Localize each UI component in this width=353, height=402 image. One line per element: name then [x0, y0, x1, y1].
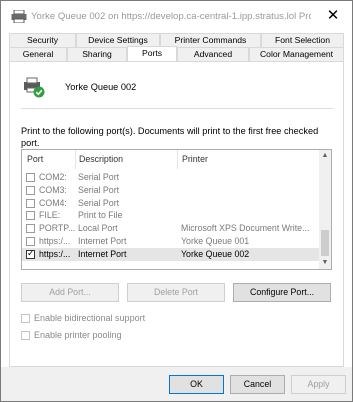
scroll-down-icon[interactable]: ▼	[319, 257, 331, 269]
scrollbar-thumb[interactable]	[321, 230, 329, 256]
scroll-up-icon[interactable]: ▲	[319, 150, 331, 162]
close-button[interactable]: ✕	[321, 5, 345, 27]
port-row[interactable]: COM3: Serial Port	[22, 184, 319, 197]
port-description: Print to File	[78, 210, 123, 221]
ok-button[interactable]: OK	[169, 375, 224, 394]
dialog-footer: OK Cancel Apply	[1, 367, 352, 401]
tab-advanced[interactable]: Advanced	[177, 47, 249, 61]
printer-name: Yorke Queue 002	[65, 82, 137, 92]
port-checkbox[interactable]: ✓	[26, 247, 35, 259]
divider	[21, 108, 333, 109]
add-port-button[interactable]: Add Port...	[21, 283, 119, 302]
port-name: FILE:	[39, 210, 61, 221]
delete-port-button[interactable]: Delete Port	[127, 283, 225, 302]
tab-general[interactable]: General	[9, 47, 67, 61]
list-header: Port Description Printer	[22, 150, 319, 169]
port-checkbox[interactable]	[26, 236, 35, 246]
port-row[interactable]: FILE: Print to File	[22, 209, 319, 222]
column-divider[interactable]	[177, 150, 178, 169]
port-row[interactable]: COM4: Serial Port	[22, 197, 319, 210]
list-scrollbar[interactable]: ▲ ▼	[319, 150, 331, 269]
port-row[interactable]: https:/... Internet Port Yorke Queue 001	[22, 235, 319, 248]
port-printer: Yorke Queue 001	[181, 235, 250, 246]
port-description: Internet Port	[78, 248, 127, 259]
column-divider[interactable]	[75, 150, 76, 169]
port-checkbox[interactable]	[26, 173, 35, 182]
port-checkbox[interactable]	[26, 198, 35, 208]
port-rows: COM2: Serial Port COM3: Serial Port COM4…	[22, 171, 319, 261]
properties-dialog: Yorke Queue 002 on https://develop.ca-ce…	[0, 0, 353, 402]
port-printer: Microsoft XPS Document Write...	[181, 223, 310, 234]
tab-printer-commands[interactable]: Printer Commands	[160, 33, 261, 47]
tab-sharing[interactable]: Sharing	[67, 47, 127, 61]
pooling-label: Enable printer pooling	[34, 330, 122, 340]
bidirectional-checkbox[interactable]	[21, 314, 30, 323]
tab-device-settings[interactable]: Device Settings	[76, 33, 160, 47]
port-name: COM4:	[39, 197, 67, 208]
port-name: COM3:	[39, 184, 67, 195]
port-description: Serial Port	[78, 197, 120, 208]
pooling-checkbox[interactable]	[21, 331, 30, 340]
apply-button[interactable]: Apply	[291, 375, 346, 394]
port-checkbox[interactable]	[26, 185, 35, 195]
checkmark-icon: ✓	[27, 247, 35, 258]
title-bar: Yorke Queue 002 on https://develop.ca-ce…	[1, 1, 352, 31]
tab-color-management[interactable]: Color Management	[249, 47, 344, 61]
tab-security[interactable]: Security	[9, 33, 76, 47]
ports-panel: Yorke Queue 002 Print to the following p…	[9, 61, 344, 367]
bidirectional-label: Enable bidirectional support	[34, 313, 146, 323]
column-printer[interactable]: Printer	[182, 154, 208, 164]
port-name: https:/...	[39, 248, 71, 259]
port-name: https:/...	[39, 235, 71, 246]
port-name: PORTP...	[39, 223, 76, 234]
port-description: Local Port	[78, 223, 118, 234]
tab-strip: Security Device Settings Printer Command…	[9, 33, 344, 61]
port-list[interactable]: Port Description Printer COM2: Serial Po…	[21, 149, 332, 270]
port-row-selected[interactable]: ✓ https:/... Internet Port Yorke Queue 0…	[22, 247, 319, 261]
port-checkbox[interactable]	[26, 211, 35, 221]
port-printer: Yorke Queue 002	[181, 248, 250, 259]
column-description[interactable]: Description	[79, 154, 123, 164]
tab-ports[interactable]: Ports	[127, 46, 177, 61]
ports-description: Print to the following port(s). Document…	[21, 126, 319, 148]
port-checkbox[interactable]	[26, 224, 35, 234]
cancel-button[interactable]: Cancel	[230, 375, 285, 394]
port-row[interactable]: PORTP... Local Port Microsoft XPS Docume…	[22, 222, 319, 235]
tab-font-selection[interactable]: Font Selection	[261, 33, 344, 47]
port-row[interactable]: COM2: Serial Port	[22, 171, 319, 184]
port-description: Internet Port	[78, 235, 127, 246]
port-description: Serial Port	[78, 184, 120, 195]
window-title: Yorke Queue 002 on https://develop.ca-ce…	[31, 11, 311, 22]
port-name: COM2:	[39, 172, 67, 182]
printer-icon	[11, 10, 27, 23]
printer-ready-icon	[24, 77, 45, 98]
column-port[interactable]: Port	[27, 154, 43, 164]
configure-port-button[interactable]: Configure Port...	[233, 283, 331, 302]
port-description: Serial Port	[78, 172, 120, 182]
